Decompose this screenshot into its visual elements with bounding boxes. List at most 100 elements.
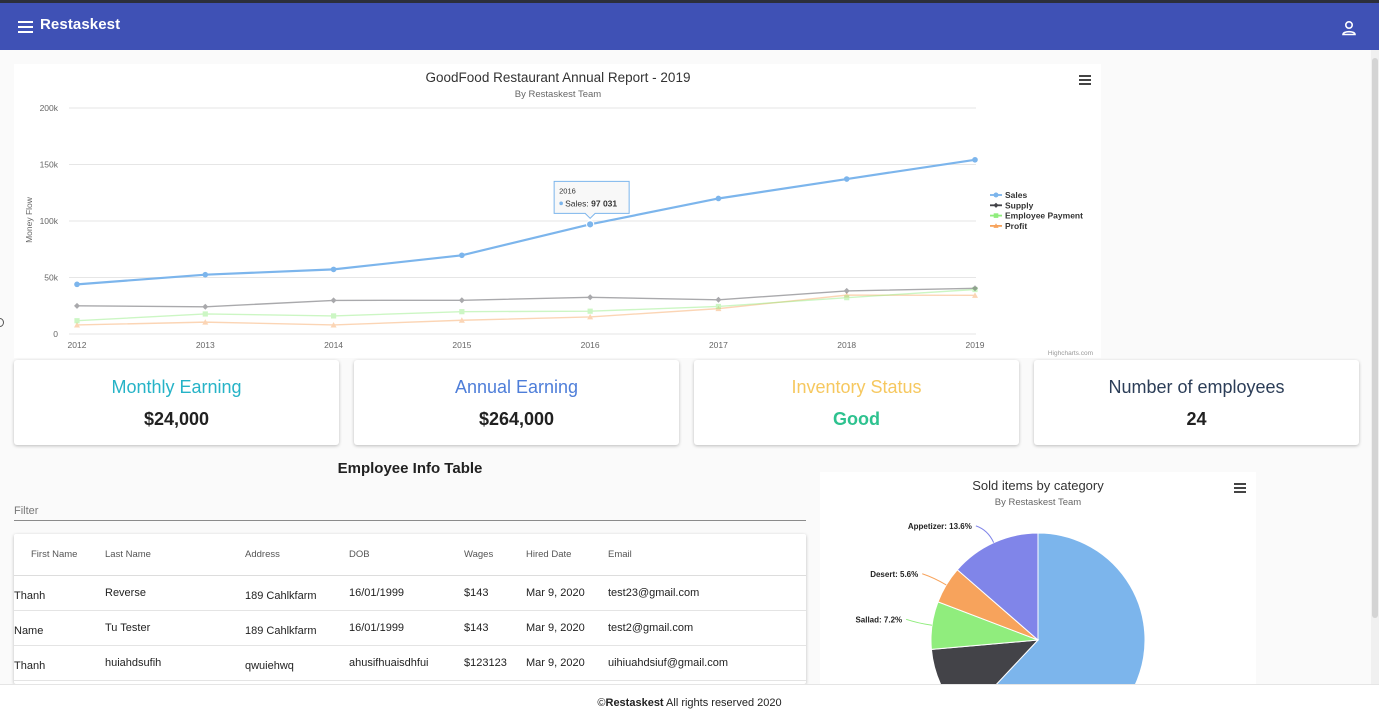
data-point[interactable] — [587, 294, 594, 301]
data-point[interactable] — [202, 303, 209, 310]
annual-earning-card: Annual Earning $264,000 — [354, 360, 679, 445]
data-point[interactable] — [202, 311, 208, 317]
edge-marker-icon — [0, 318, 4, 327]
table-cell: test2@gmail.com — [608, 610, 806, 646]
legend-marker — [993, 213, 999, 218]
data-point[interactable] — [715, 296, 722, 303]
column-header-address[interactable]: Address — [245, 534, 349, 576]
filter-input[interactable] — [14, 502, 806, 521]
data-point[interactable] — [74, 318, 80, 324]
hamburger-menu-icon[interactable] — [17, 18, 35, 34]
pie-chart-title: Sold items by category — [972, 478, 1104, 493]
data-point[interactable] — [330, 313, 337, 319]
table-cell: qwuiehwq — [245, 645, 349, 681]
table-cell: Mar 9, 2020 — [526, 645, 608, 681]
data-point[interactable] — [459, 309, 465, 315]
legend-marker — [993, 192, 999, 198]
x-tick-label: 2013 — [196, 340, 215, 350]
stat-value: $24,000 — [143, 409, 210, 429]
data-point[interactable] — [330, 266, 337, 273]
data-point[interactable] — [459, 252, 465, 259]
sold-items-pie-chart-svg: Sold items by category By Restaskest Tea… — [855, 478, 1146, 684]
table-cell: 189 Cahlkfarm — [245, 575, 349, 611]
table-cell: 16/01/1999 — [349, 575, 464, 611]
monthly-earning-card: Monthly Earning $24,000 — [14, 360, 339, 445]
table-header-row: First Name Last Name Address DOB Wages H… — [14, 534, 806, 576]
data-point[interactable] — [715, 303, 722, 310]
legend-item-supply[interactable]: Supply — [990, 200, 1034, 210]
scrollbar-thumb[interactable] — [1372, 58, 1378, 618]
table-cell: Thanh — [14, 575, 105, 611]
stat-value: $264,000 — [478, 409, 555, 429]
table-cell: 189 Cahlkfarm — [245, 610, 349, 646]
line-chart-export-menu-icon[interactable] — [1078, 74, 1092, 86]
pie-label-sallad: Sallad: 7.2% — [855, 615, 902, 624]
stat-title: Annual Earning — [454, 377, 579, 397]
line-chart-title: GoodFood Restaurant Annual Report - 2019 — [426, 70, 691, 85]
series-line[interactable] — [76, 158, 976, 286]
data-point[interactable] — [843, 287, 850, 294]
tooltip-value: 97 031 — [591, 198, 617, 208]
line-chart-y-axis-label: Money Flow — [24, 196, 34, 243]
pie-chart-export-menu-icon[interactable] — [1233, 482, 1247, 494]
data-point[interactable] — [330, 297, 337, 304]
table-row[interactable]: Thanh Reverse 189 Cahlkfarm 16/01/1999 $… — [14, 575, 806, 611]
y-tick-label: 0 — [53, 329, 58, 339]
pie-label-connector — [905, 618, 933, 626]
column-header-dob[interactable]: DOB — [349, 534, 464, 576]
data-point[interactable] — [587, 308, 593, 314]
stat-title: Monthly Earning — [111, 377, 242, 397]
legend-label: Profit — [1005, 221, 1027, 231]
x-tick-label: 2015 — [452, 340, 471, 350]
employee-table-title: Employee Info Table — [337, 460, 483, 477]
table-row[interactable]: Name Tu Tester 189 Cahlkfarm 16/01/1999 … — [14, 610, 806, 646]
y-tick-label: 50k — [44, 273, 58, 283]
series-line[interactable] — [76, 294, 976, 326]
column-header-wages[interactable]: Wages — [464, 534, 526, 576]
series-line[interactable] — [76, 288, 976, 322]
data-point[interactable] — [74, 302, 80, 309]
column-header-first-name[interactable]: First Name — [14, 534, 105, 576]
stat-value: 24 — [1186, 409, 1207, 429]
stat-title: Number of employees — [1108, 377, 1285, 397]
column-header-email[interactable]: Email — [608, 534, 806, 576]
data-point[interactable] — [715, 195, 722, 202]
data-point[interactable] — [844, 295, 850, 301]
x-tick-label: 2018 — [837, 340, 856, 350]
account-icon[interactable] — [1340, 19, 1358, 37]
app-bar: Restaskest — [0, 3, 1379, 50]
highcharts-credits[interactable]: Highcharts.com — [1048, 350, 1093, 357]
legend-item-profit[interactable]: Profit — [990, 221, 1027, 231]
copyright-symbol: © — [597, 697, 606, 709]
data-point[interactable] — [586, 220, 595, 229]
series-sales[interactable] — [74, 156, 978, 288]
legend-label: Employee Payment — [1005, 211, 1083, 221]
data-point[interactable] — [843, 176, 850, 182]
table-cell: ahusifhuaisdhfui — [349, 645, 464, 681]
data-point[interactable] — [972, 156, 978, 163]
page-scrollbar[interactable] — [1371, 50, 1379, 684]
series-employee-payment[interactable] — [74, 286, 978, 324]
annual-report-chart-svg: GoodFood Restaurant Annual Report - 2019… — [24, 70, 1093, 357]
table-cell: Tu Tester — [105, 610, 245, 646]
data-point[interactable] — [74, 281, 80, 288]
y-tick-label: 100k — [40, 216, 59, 226]
x-tick-label: 2017 — [709, 340, 728, 350]
legend-item-employee-payment[interactable]: Employee Payment — [990, 211, 1083, 221]
inventory-status-card: Inventory Status Good — [694, 360, 1019, 445]
table-cell: Mar 9, 2020 — [526, 575, 608, 611]
column-header-hired-date[interactable]: Hired Date — [526, 534, 608, 576]
table-row[interactable]: Thanh huiahdsufih qwuiehwq ahusifhuaisdh… — [14, 645, 806, 681]
table-cell: uihiuahdsiuf@gmail.com — [608, 645, 806, 681]
x-tick-label: 2014 — [324, 340, 343, 350]
legend-item-sales[interactable]: Sales — [990, 190, 1027, 200]
data-point[interactable] — [458, 297, 465, 304]
table-cell: $143 — [464, 575, 526, 611]
pie-chart-subtitle: By Restaskest Team — [995, 497, 1082, 508]
data-point[interactable] — [202, 271, 209, 278]
pie-label-connector — [975, 525, 995, 543]
table-cell: Reverse — [105, 575, 245, 611]
y-tick-label: 150k — [40, 160, 59, 170]
column-header-last-name[interactable]: Last Name — [105, 534, 245, 576]
app-title: Restaskest — [40, 16, 121, 33]
